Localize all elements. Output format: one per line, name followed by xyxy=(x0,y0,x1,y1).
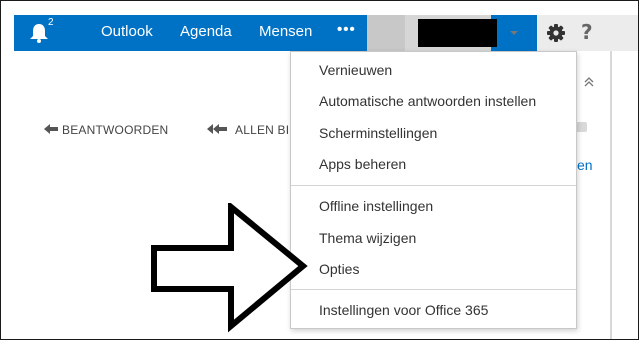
reply-all-button[interactable]: ALLEN BI xyxy=(235,123,289,137)
redacted-user-name xyxy=(418,19,497,47)
chevron-down-icon[interactable] xyxy=(504,24,524,42)
menu-item-offline-instellingen[interactable]: Offline instellingen xyxy=(319,198,433,214)
more-apps-button[interactable]: ••• xyxy=(337,21,356,38)
nav-link-outlook[interactable]: Outlook xyxy=(101,23,153,40)
menu-item-apps-beheren[interactable]: Apps beheren xyxy=(319,156,406,172)
pane-divider xyxy=(610,51,612,339)
notification-count: 2 xyxy=(48,17,54,28)
reply-button[interactable]: BEANTWOORDEN xyxy=(62,123,168,137)
settings-dropdown-menu: Vernieuwen Automatische antwoorden inste… xyxy=(290,51,577,329)
menu-separator xyxy=(291,185,576,186)
annotation-arrow-icon xyxy=(151,203,308,333)
top-navigation-bar: 2 Outlook Agenda Mensen ••• xyxy=(14,15,638,51)
bell-icon[interactable] xyxy=(28,22,50,44)
settings-button[interactable] xyxy=(537,15,575,51)
menu-item-instellingen-office-365[interactable]: Instellingen voor Office 365 xyxy=(319,302,488,318)
menu-separator xyxy=(291,289,576,290)
collapse-chevron-icon[interactable] xyxy=(584,76,594,88)
nav-link-agenda[interactable]: Agenda xyxy=(180,23,232,40)
avatar[interactable] xyxy=(367,15,405,51)
menu-item-opties[interactable]: Opties xyxy=(319,261,359,277)
menu-item-vernieuwen[interactable]: Vernieuwen xyxy=(319,62,392,78)
menu-item-automatische-antwoorden[interactable]: Automatische antwoorden instellen xyxy=(319,93,536,109)
partial-link[interactable]: en xyxy=(577,157,593,173)
menu-item-scherminstellingen[interactable]: Scherminstellingen xyxy=(319,125,437,141)
help-icon[interactable]: ? xyxy=(581,20,593,44)
gear-icon xyxy=(547,24,565,42)
reply-all-arrow-icon xyxy=(207,124,227,134)
menu-item-thema-wijzigen[interactable]: Thema wijzigen xyxy=(319,230,416,246)
reply-arrow-icon xyxy=(44,124,58,134)
screenshot-frame: BEANTWOORDEN ALLEN BI en 2 Outlook Agend… xyxy=(0,0,639,340)
nav-link-mensen[interactable]: Mensen xyxy=(259,23,312,40)
